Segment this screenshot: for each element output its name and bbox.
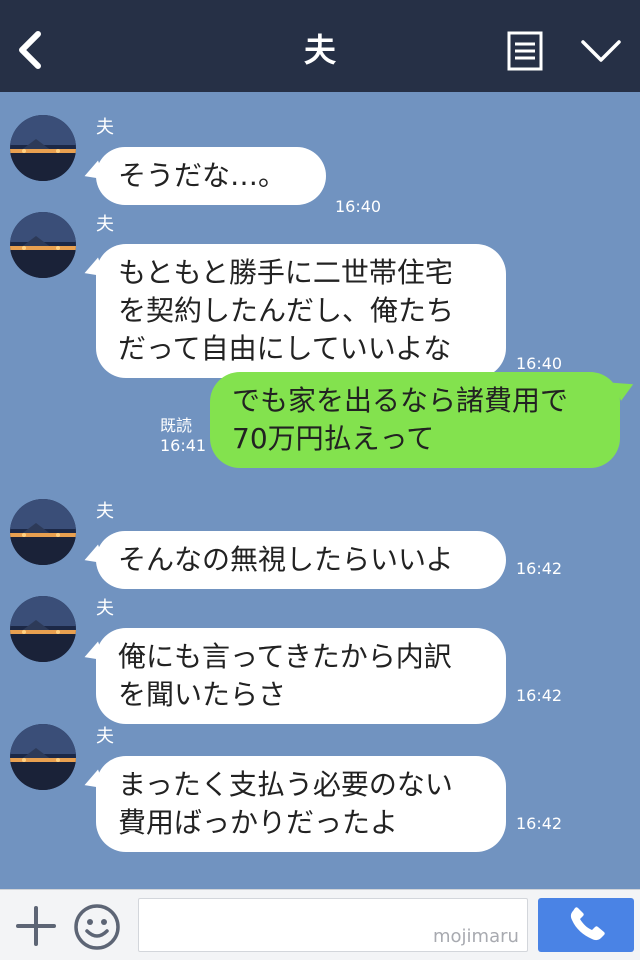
document-list-icon bbox=[507, 31, 543, 71]
chevron-down-icon bbox=[581, 40, 621, 62]
message-time: 16:42 bbox=[516, 686, 563, 705]
message-line: そんなの無視したらいいよ bbox=[118, 543, 454, 576]
avatar-landscape-image bbox=[10, 596, 76, 662]
avatar[interactable] bbox=[10, 212, 76, 278]
avatar-landscape-image bbox=[10, 115, 76, 181]
emoji-button[interactable] bbox=[72, 902, 122, 952]
message-bubble[interactable]: もともと勝手に二世帯住宅 を契約したんだし、俺たち だって自由にしていいよな bbox=[96, 244, 506, 378]
message-line: そうだな…。 bbox=[118, 159, 287, 192]
message-line: を契約したんだし、俺たち bbox=[118, 294, 455, 327]
message-line: もともと勝手に二世帯住宅 bbox=[118, 256, 453, 289]
message-line: まったく支払う必要のない bbox=[118, 768, 453, 801]
read-label: 既読 bbox=[160, 416, 193, 435]
message-time: 16:40 bbox=[516, 354, 563, 373]
message-bubble[interactable]: でも家を出るなら諸費用で 70万円払えって bbox=[210, 372, 620, 468]
message-time: 16:42 bbox=[516, 559, 563, 578]
avatar-landscape-image bbox=[10, 724, 76, 790]
message-time: 16:40 bbox=[335, 197, 382, 216]
avatar[interactable] bbox=[10, 596, 76, 662]
sender-name: 夫 bbox=[96, 214, 114, 235]
sender-name: 夫 bbox=[96, 726, 114, 747]
message-bubble[interactable]: 俺にも言ってきたから内訳 を聞いたらさ bbox=[96, 628, 506, 724]
avatar[interactable] bbox=[10, 115, 76, 181]
input-bar: mojimaru bbox=[0, 889, 640, 960]
message-bubble[interactable]: そんなの無視したらいいよ bbox=[96, 531, 506, 589]
avatar-landscape-image bbox=[10, 212, 76, 278]
message-line: 費用ばっかりだったよ bbox=[118, 806, 399, 839]
message-line: だって自由にしていいよな bbox=[118, 332, 452, 365]
chat-title: 夫 bbox=[303, 31, 336, 69]
header-bar: 夫 bbox=[0, 0, 640, 92]
phone-icon bbox=[570, 907, 605, 941]
avatar-landscape-image bbox=[10, 499, 76, 565]
collapse-button[interactable] bbox=[580, 36, 622, 66]
sender-name: 夫 bbox=[96, 501, 114, 522]
smiley-icon bbox=[74, 904, 120, 950]
watermark-text: mojimaru bbox=[433, 926, 519, 947]
read-status: 既読 16:41 bbox=[160, 416, 206, 456]
message-line: 70万円払えって bbox=[232, 422, 435, 455]
message-time: 16:42 bbox=[516, 814, 563, 833]
add-button[interactable] bbox=[14, 904, 58, 948]
message-bubble[interactable]: まったく支払う必要のない 費用ばっかりだったよ bbox=[96, 756, 506, 852]
sender-name: 夫 bbox=[96, 117, 114, 138]
call-button[interactable] bbox=[538, 898, 634, 952]
message-line: 俺にも言ってきたから内訳 bbox=[118, 640, 452, 673]
sender-name: 夫 bbox=[96, 598, 114, 619]
message-line: を聞いたらさ bbox=[118, 678, 287, 711]
menu-button[interactable] bbox=[506, 30, 544, 72]
avatar[interactable] bbox=[10, 724, 76, 790]
message-time: 16:41 bbox=[160, 436, 207, 455]
message-line: でも家を出るなら諸費用で bbox=[232, 384, 569, 417]
message-bubble[interactable]: そうだな…。 bbox=[96, 147, 326, 205]
chat-area[interactable]: 夫 そうだな…。 16:40 夫 もともと勝手に二世帯住宅 を契約したんだし、俺… bbox=[0, 92, 640, 889]
plus-icon bbox=[16, 906, 56, 946]
avatar[interactable] bbox=[10, 499, 76, 565]
